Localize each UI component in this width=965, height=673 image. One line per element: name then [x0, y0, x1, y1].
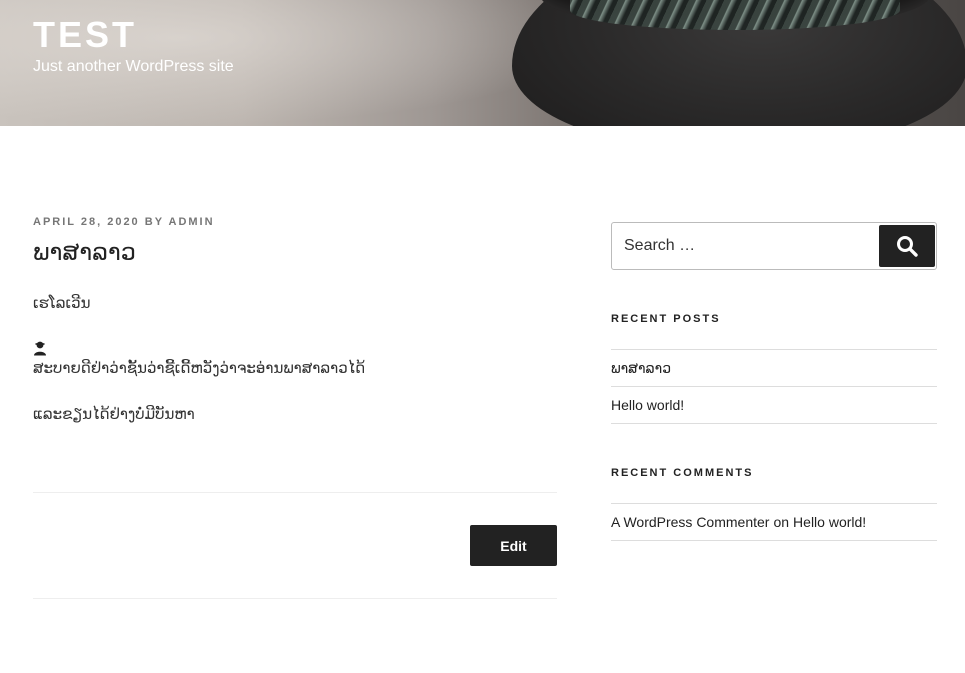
comment-post-link[interactable]: Hello world!	[793, 514, 866, 530]
site-header: TEST Just another WordPress site	[0, 0, 965, 126]
post-author-link[interactable]: ADMIN	[169, 216, 215, 228]
comment-on-label: on	[773, 514, 790, 530]
post-paragraph: ສະບາຍດີຢ່າວ່າຊັ້ນວ່າຊີ້ເດີ້ຫວັງວ່າຈະອ່ານ…	[33, 359, 366, 377]
recent-comments-title: RECENT COMMENTS	[611, 467, 754, 479]
post-divider-top	[33, 492, 557, 493]
search-icon	[897, 236, 918, 257]
post-paragraph-with-icon: ສະບາຍດີຢ່າວ່າຊັ້ນວ່າຊີ້ເດີ້ຫວັງວ່າຈະອ່ານ…	[33, 340, 557, 381]
recent-comments-list: A WordPress Commenter on Hello world!	[611, 503, 937, 541]
search-button[interactable]	[879, 225, 935, 267]
post-body: ເຮໂລເວີນ ສະບາຍດີຢ່າວ່າຊັ້ນວ່າຊີ້ເດີ້ຫວັງ…	[33, 293, 557, 451]
list-item: A WordPress Commenter on Hello world!	[611, 504, 937, 541]
search-input[interactable]	[612, 223, 878, 269]
recent-post-link[interactable]: Hello world!	[611, 397, 684, 413]
post-title: ພາສາລາວ	[33, 239, 136, 266]
recent-posts-list: ພາສາລາວ Hello world!	[611, 349, 937, 424]
post-by-label: BY	[144, 216, 164, 228]
post-meta: APRIL 28, 2020 BY ADMIN	[33, 216, 215, 228]
site-tagline: Just another WordPress site	[33, 58, 234, 75]
post-divider-bottom	[33, 598, 557, 599]
post-paragraph: ເຮໂລເວີນ	[33, 295, 91, 312]
recent-posts-title: RECENT POSTS	[611, 313, 721, 325]
search-form	[611, 222, 937, 270]
recent-post-link[interactable]: ພາສາລາວ	[611, 360, 671, 377]
person-icon	[34, 341, 46, 355]
list-item: Hello world!	[611, 387, 937, 424]
site-title[interactable]: TEST	[33, 14, 137, 56]
edit-button[interactable]: Edit	[470, 525, 557, 566]
comment-author-link[interactable]: A WordPress Commenter	[611, 514, 769, 530]
list-item: ພາສາລາວ	[611, 350, 937, 387]
post-date-link[interactable]: APRIL 28, 2020	[33, 216, 140, 228]
post-paragraph: ແລະຂຽນໄດ້ຢ່າງບໍ່ມີບັນຫາ	[33, 406, 195, 423]
